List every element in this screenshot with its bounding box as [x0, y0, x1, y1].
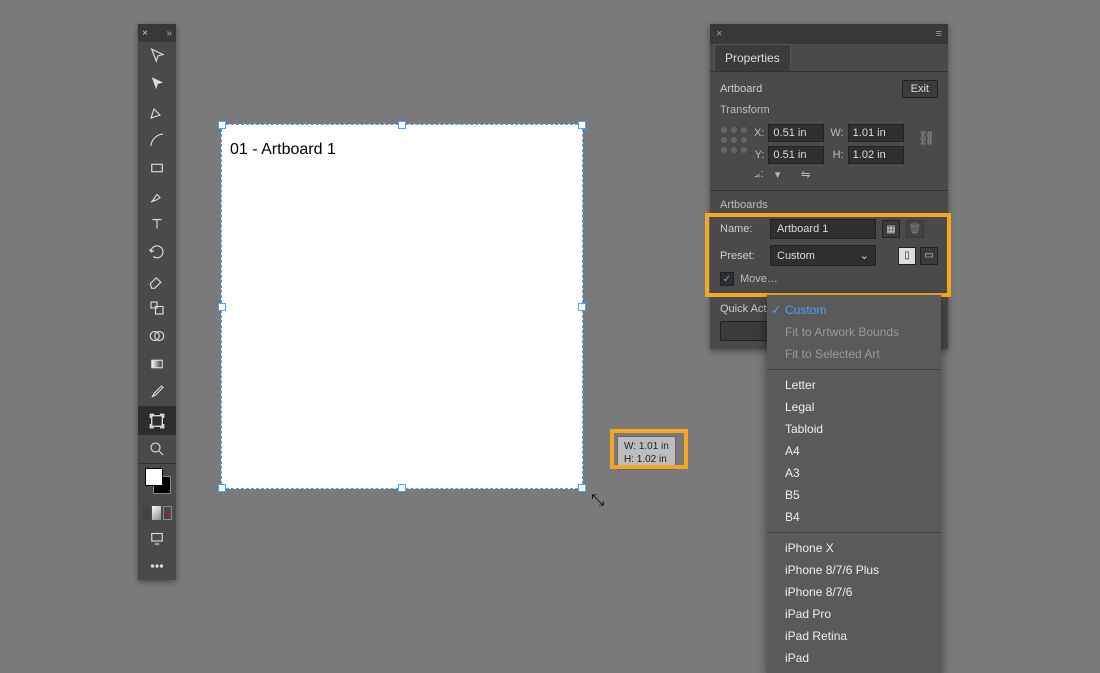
- properties-tab[interactable]: Properties: [714, 44, 791, 71]
- preset-option[interactable]: Letter: [767, 374, 941, 396]
- dropdown-divider: [767, 532, 941, 533]
- w-label: W:: [830, 127, 843, 139]
- preset-option[interactable]: iPad: [767, 647, 941, 669]
- angle-label: ⦟:: [754, 168, 764, 181]
- screen-mode-icon[interactable]: [138, 524, 176, 552]
- shape-builder-tool-icon[interactable]: [138, 322, 176, 350]
- artboard-label: 01 - Artboard 1: [230, 141, 336, 159]
- w-input[interactable]: [848, 124, 904, 142]
- resize-handle[interactable]: [578, 484, 586, 492]
- chevron-down-icon: ⌄: [860, 249, 869, 262]
- name-label: Name:: [720, 223, 764, 235]
- preset-option[interactable]: Legal: [767, 396, 941, 418]
- resize-handle[interactable]: [218, 484, 226, 492]
- none-mode-icon[interactable]: [163, 506, 172, 520]
- artboard-canvas[interactable]: 01 - Artboard 1 ⤡: [221, 124, 583, 489]
- paintbrush-tool-icon[interactable]: [138, 182, 176, 210]
- selection-tool-icon[interactable]: [138, 42, 176, 70]
- context-label: Artboard: [720, 83, 762, 95]
- move-artwork-checkbox[interactable]: ✓: [720, 272, 734, 286]
- fill-swatch[interactable]: [145, 468, 163, 486]
- eraser-tool-icon[interactable]: [138, 266, 176, 294]
- eyedropper-tool-icon[interactable]: [138, 378, 176, 406]
- preset-option[interactable]: iPhone 8/7/6: [767, 581, 941, 603]
- resize-handle[interactable]: [398, 121, 406, 129]
- h-input[interactable]: [848, 146, 904, 164]
- panel-close-icon[interactable]: ×: [716, 28, 722, 40]
- preset-option[interactable]: B5: [767, 484, 941, 506]
- tools-toolbar: × »: [138, 24, 176, 580]
- type-tool-icon[interactable]: [138, 210, 176, 238]
- h-label: H:: [830, 149, 843, 161]
- panel-tabs: Properties: [710, 44, 948, 72]
- preset-label: Preset:: [720, 250, 764, 262]
- preset-option[interactable]: A3: [767, 462, 941, 484]
- resize-handle[interactable]: [578, 121, 586, 129]
- color-mode-icon[interactable]: [142, 506, 150, 520]
- preset-dropdown[interactable]: Custom ⌄: [770, 245, 876, 266]
- preset-option[interactable]: iPad Pro: [767, 603, 941, 625]
- constrain-proportions-icon[interactable]: ⛓: [918, 130, 936, 147]
- flip-horizontal-icon[interactable]: ⇋: [798, 166, 814, 182]
- landscape-orientation-icon[interactable]: ▭: [920, 247, 938, 265]
- transform-section-label: Transform: [720, 104, 938, 116]
- preset-option[interactable]: iPhone 8/7/6 Plus: [767, 559, 941, 581]
- toolbar-close-icon[interactable]: ×: [142, 28, 148, 39]
- rectangle-tool-icon[interactable]: [138, 154, 176, 182]
- preset-option[interactable]: Tabloid: [767, 418, 941, 440]
- scale-tool-icon[interactable]: [138, 294, 176, 322]
- x-label: X:: [754, 127, 764, 139]
- preset-value: Custom: [777, 250, 815, 262]
- gradient-mode-icon[interactable]: [152, 506, 160, 520]
- rotate-tool-icon[interactable]: [138, 238, 176, 266]
- draw-mode-icons[interactable]: [138, 504, 176, 524]
- dropdown-divider: [767, 369, 941, 370]
- exit-button[interactable]: Exit: [902, 80, 938, 98]
- resize-handle[interactable]: [578, 303, 586, 311]
- resize-handle[interactable]: [218, 303, 226, 311]
- gradient-tool-icon[interactable]: [138, 350, 176, 378]
- quick-action-button[interactable]: [720, 321, 768, 341]
- preset-option[interactable]: B4: [767, 506, 941, 528]
- resize-handle[interactable]: [218, 121, 226, 129]
- resize-cursor-icon: ⤡: [591, 492, 604, 510]
- curvature-tool-icon[interactable]: [138, 126, 176, 154]
- artboards-section-label: Artboards: [720, 199, 938, 211]
- y-label: Y:: [754, 149, 764, 161]
- zoom-tool-icon[interactable]: [138, 435, 176, 463]
- toolbar-expand-icon[interactable]: »: [166, 28, 172, 39]
- toolbar-header[interactable]: × »: [138, 24, 176, 42]
- reference-point-grid[interactable]: [720, 126, 748, 154]
- tooltip-width: W: 1.01 in: [624, 440, 669, 453]
- dimension-tooltip: W: 1.01 in H: 1.02 in: [617, 436, 676, 470]
- artboard-name-input[interactable]: [770, 219, 876, 239]
- move-artwork-label: Move…: [740, 273, 778, 285]
- panel-header[interactable]: × ≡: [710, 24, 948, 44]
- preset-option[interactable]: Custom: [767, 299, 941, 321]
- direct-selection-tool-icon[interactable]: [138, 70, 176, 98]
- preset-option[interactable]: iPhone X: [767, 537, 941, 559]
- pen-tool-icon[interactable]: [138, 98, 176, 126]
- artboard-options-icon[interactable]: ▦: [882, 220, 900, 238]
- preset-option[interactable]: iPad Retina: [767, 625, 941, 647]
- y-input[interactable]: [768, 146, 824, 164]
- preset-option[interactable]: A4: [767, 440, 941, 462]
- preset-option[interactable]: Fit to Selected Art: [767, 343, 941, 365]
- panel-menu-icon[interactable]: ≡: [936, 28, 942, 40]
- delete-artboard-icon[interactable]: 🗑: [906, 220, 924, 238]
- x-input[interactable]: [768, 124, 824, 142]
- preset-option[interactable]: Fit to Artwork Bounds: [767, 321, 941, 343]
- resize-handle[interactable]: [398, 484, 406, 492]
- angle-dropdown-icon[interactable]: ▾: [770, 166, 786, 182]
- tooltip-height: H: 1.02 in: [624, 453, 669, 466]
- preset-dropdown-menu[interactable]: CustomFit to Artwork BoundsFit to Select…: [767, 295, 941, 673]
- portrait-orientation-icon[interactable]: ▯: [898, 247, 916, 265]
- fill-stroke-swatches[interactable]: [138, 464, 176, 504]
- edit-toolbar-icon[interactable]: [138, 552, 176, 580]
- artboard-tool-icon[interactable]: [138, 407, 176, 435]
